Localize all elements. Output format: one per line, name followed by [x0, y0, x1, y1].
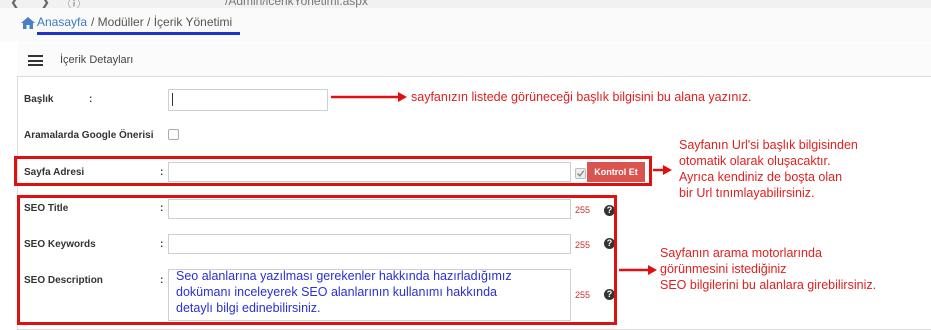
breadcrumb-home-link[interactable]: Anasayfa	[37, 15, 87, 29]
google-suggest-label: Aramalarda Google Önerisi	[24, 130, 154, 141]
baslik-label: Başlık	[24, 94, 54, 105]
url-annotation-line: Ayrıca kendiniz de boşta olan	[679, 170, 843, 184]
panel-title: İçerik Detayları	[60, 54, 134, 66]
breadcrumb-path: / Modüller / İçerik Yönetimi	[91, 15, 233, 29]
baslik-input[interactable]	[168, 89, 328, 111]
url-annotation-line: Sayfanın Url'si başlık bilgisinden	[679, 138, 858, 152]
seo-annotation: Sayfanın arama motorlarında görünmesini …	[660, 245, 876, 293]
hamburger-menu-icon[interactable]	[28, 55, 43, 66]
seo-annotation-line: Sayfanın arama motorlarında	[660, 246, 822, 260]
url-annotation: Sayfanın Url'si başlık bilgisinden otoma…	[679, 137, 858, 201]
sayfa-adresi-highlight-box	[14, 156, 652, 186]
google-suggest-checkbox[interactable]	[168, 129, 179, 140]
home-icon	[21, 17, 35, 29]
baslik-annotation: sayfanızın listede görüneceği başlık bil…	[411, 90, 752, 104]
url-annotation-line: bir Url tınımlayabilirsiniz.	[679, 186, 815, 200]
text-caret	[172, 93, 173, 106]
seo-annotation-line: SEO bilgilerini bu alanlara girebilirsin…	[660, 278, 877, 292]
panel-header	[17, 43, 931, 77]
url-bar[interactable]: /Admin/icerikYonetimi.aspx	[225, 0, 368, 8]
seo-fields-highlight-box	[17, 195, 617, 325]
breadcrumb-underline-mark	[37, 32, 240, 35]
baslik-colon: :	[89, 94, 93, 105]
seo-annotation-line: görünmesini istediğiniz	[660, 262, 787, 276]
url-annotation-line: otomatik olarak oluşacaktır.	[679, 154, 831, 168]
